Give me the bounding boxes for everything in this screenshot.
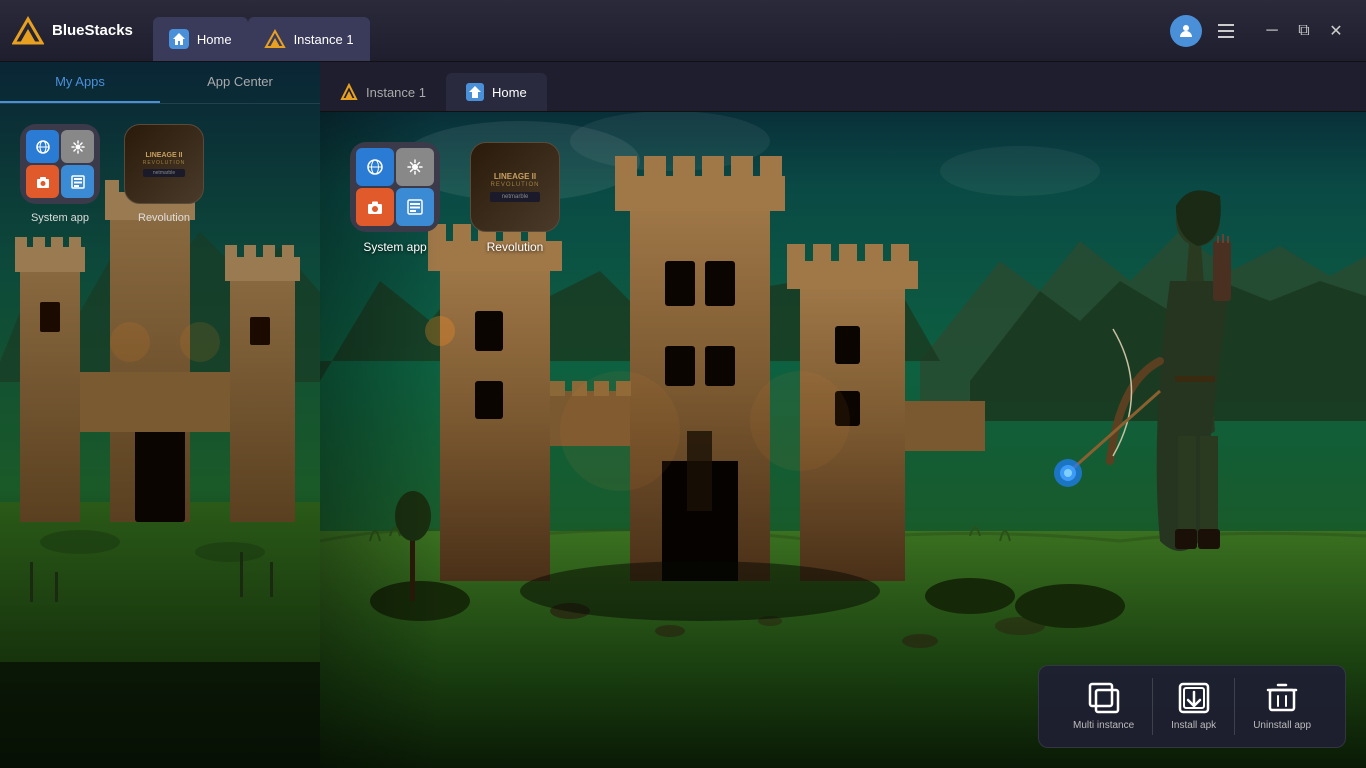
install-apk-button[interactable]: Install apk [1153,678,1235,735]
restore-button[interactable]: ⧉ [1290,17,1318,45]
home-inner-tab-icon [466,83,484,101]
revolution-app-item[interactable]: LINEAGE II REVOLUTION netmarble Revoluti… [124,124,204,224]
instance-content: System app LINEAGE II REVOLUTION netmarb… [320,112,1366,768]
instance-system-app-icon [350,142,440,232]
my-apps-label: My Apps [55,74,105,89]
revolution-app-label: Revolution [138,212,190,224]
main-window: BlueStacks Home Instance 1 [0,0,1366,768]
instance-tab-label: Instance 1 [294,32,354,47]
left-panel-nav: My Apps App Center [0,62,320,104]
system-app-label: System app [31,212,89,224]
bottom-toolbar: Multi instance Install apk [1038,665,1346,748]
main-home-tab-label: Home [197,32,232,47]
uninstall-app-label: Uninstall app [1253,720,1311,731]
camera-cell [26,165,59,198]
instance-system-app[interactable]: System app [350,142,440,254]
instance-revolution-app-label: Revolution [487,240,544,254]
home-tab-icon [169,29,189,49]
window-controls: ─ ⧉ ✕ [1258,17,1350,45]
instance1-tab[interactable]: Instance 1 [248,17,370,61]
instance-tab-logo-icon [264,28,286,50]
inst-camera-cell [356,188,394,226]
content-area: My Apps App Center [0,62,1366,768]
home-inner-tab-label: Home [492,85,527,100]
bluestacks-logo: BlueStacks [0,0,145,61]
title-bar: BlueStacks Home Instance 1 [0,0,1366,62]
right-panel: Instance 1 Home [320,62,1366,768]
instance-revolution-icon: LINEAGE II REVOLUTION netmarble [470,142,560,232]
multi-instance-icon [1088,682,1120,714]
uninstall-icon [1266,682,1298,714]
app-name-label: BlueStacks [52,22,133,39]
gear-cell [61,130,94,163]
instance1-inner-tab[interactable]: Instance 1 [320,73,446,111]
inst-gear-cell [396,148,434,186]
home-inner-tab[interactable]: Home [446,73,547,111]
globe-cell [26,130,59,163]
instance1-inner-tab-label: Instance 1 [366,85,426,100]
my-apps-tab[interactable]: My Apps [0,62,160,103]
instance-system-app-label: System app [363,240,426,254]
app-center-label: App Center [207,74,273,89]
install-apk-icon [1178,682,1210,714]
minimize-button[interactable]: ─ [1258,17,1286,45]
inst-files-cell [396,188,434,226]
account-button[interactable] [1170,15,1202,47]
close-button[interactable]: ✕ [1322,17,1350,45]
instance-apps-grid: System app LINEAGE II REVOLUTION netmarb… [350,142,560,254]
multi-instance-button[interactable]: Multi instance [1055,678,1153,735]
inst-globe-cell [356,148,394,186]
instance-tab-bar: Instance 1 Home [320,62,1366,112]
uninstall-app-button[interactable]: Uninstall app [1235,678,1329,735]
multi-instance-label: Multi instance [1073,720,1134,731]
left-app-grid: System app LINEAGE II REVOLUTION netmarb… [0,104,320,244]
main-home-tab[interactable]: Home [153,17,248,61]
instance-revolution-app[interactable]: LINEAGE II REVOLUTION netmarble Revoluti… [470,142,560,254]
instance-inner-tab-icon [340,83,358,101]
title-tabs: Home Instance 1 [153,0,370,61]
system-app-icon [20,124,100,204]
bluestacks-logo-icon [12,15,44,47]
install-apk-label: Install apk [1171,720,1216,731]
menu-button[interactable] [1210,15,1242,47]
system-app-item[interactable]: System app [20,124,100,224]
revolution-app-icon: LINEAGE II REVOLUTION netmarble [124,124,204,204]
title-bar-right: ─ ⧉ ✕ [1170,15,1366,47]
files-cell [61,165,94,198]
left-panel: My Apps App Center [0,62,320,768]
app-center-tab[interactable]: App Center [160,62,320,103]
